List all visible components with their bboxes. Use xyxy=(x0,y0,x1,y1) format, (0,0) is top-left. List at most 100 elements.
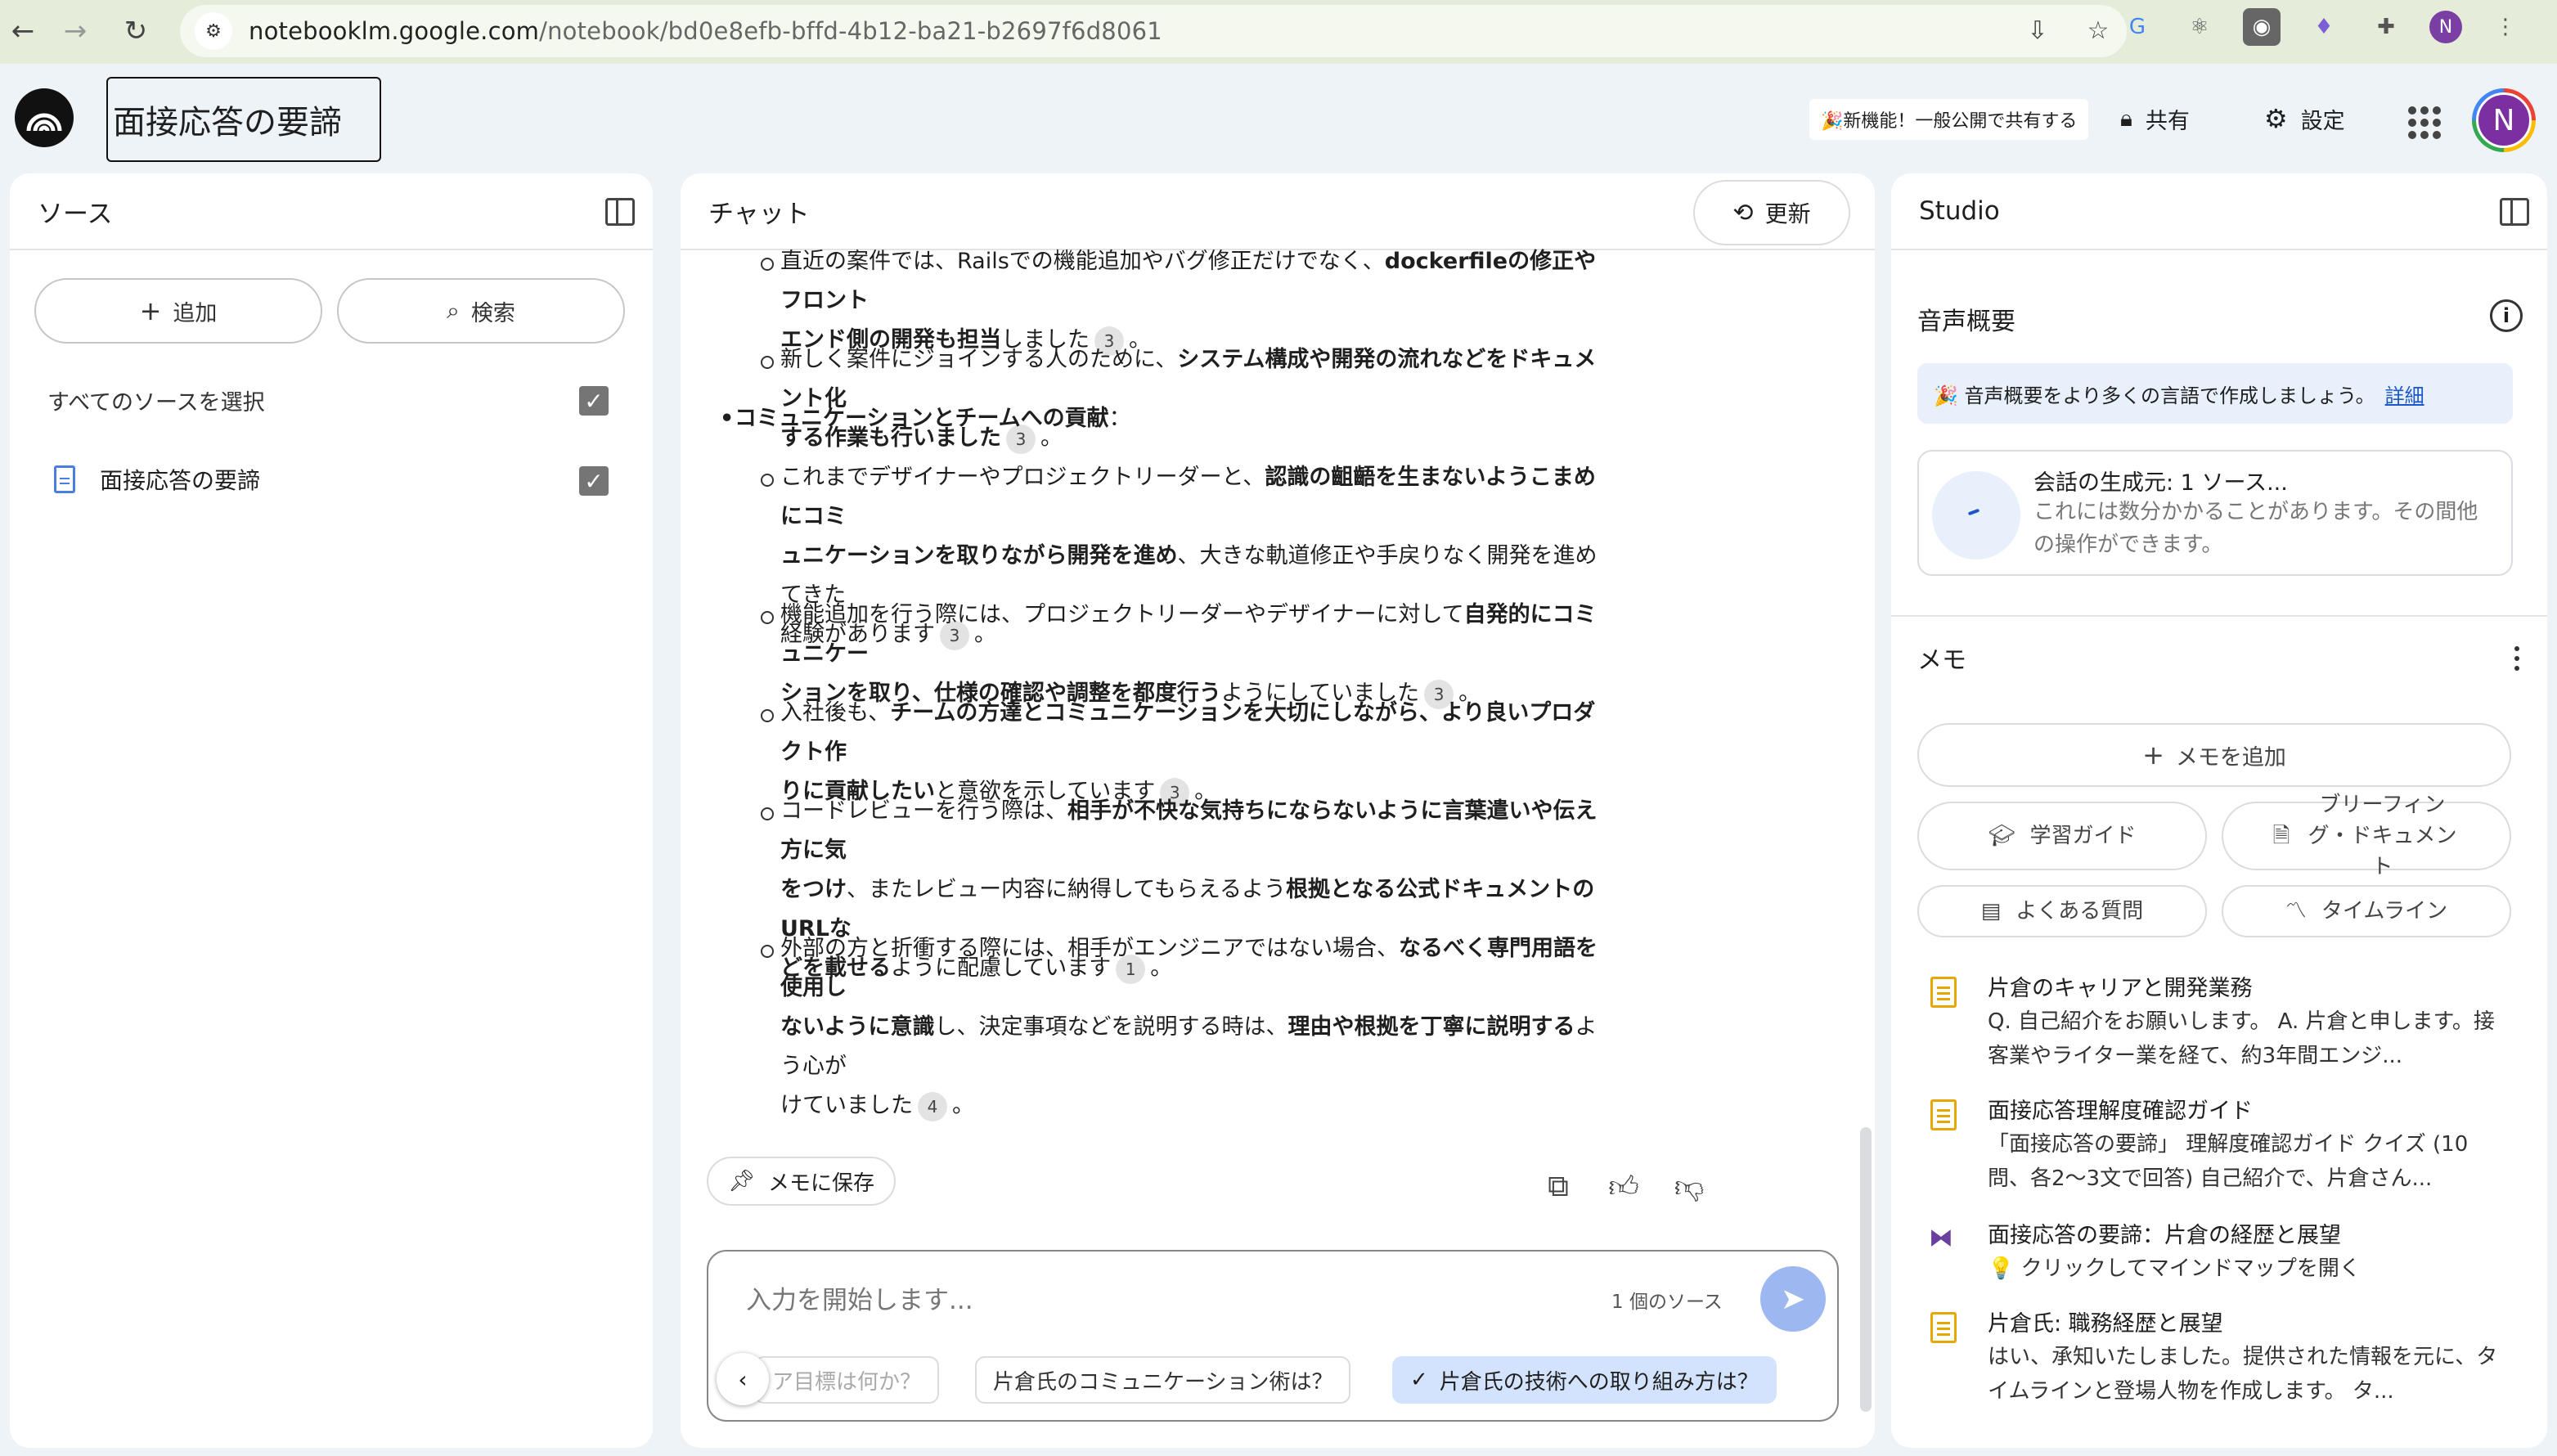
add-memo-button[interactable]: + メモを追加 xyxy=(1917,723,2511,787)
url-text[interactable]: notebooklm.google.com/notebook/bd0e8efb-… xyxy=(249,17,1162,45)
timeline-icon: 〽 xyxy=(2285,899,2307,923)
gear-icon: ⚙ xyxy=(2264,103,2288,134)
add-memo-label: メモを追加 xyxy=(2175,744,2286,771)
document-icon: 🗎 xyxy=(2272,824,2290,848)
generation-title: 会話の生成元: 1 ソース... xyxy=(2033,470,2288,496)
share-button[interactable]: 🔒︎ 共有 xyxy=(2104,97,2206,141)
account-avatar[interactable]: N xyxy=(2472,88,2536,152)
search-sparkle-icon: ⌕ xyxy=(447,297,460,324)
promo-banner[interactable]: 🎉新機能！一般公開で共有する xyxy=(1809,99,2089,140)
browser-menu-icon[interactable]: ⋮ xyxy=(2487,8,2524,46)
notebook-title-input[interactable]: 面接応答の要諦 xyxy=(106,77,381,162)
select-all-label: すべてのソースを選択 xyxy=(47,390,265,416)
save-memo-label: メモに保存 xyxy=(768,1171,875,1196)
briefing-doc-button[interactable]: 🗎 ブリーフィング・ドキュメント xyxy=(2222,793,2511,879)
faq-button[interactable]: ▤ よくある質問 xyxy=(1917,885,2207,937)
study-guide-label: 学習ガイド xyxy=(2029,824,2137,848)
back-arrow-icon[interactable]: ← xyxy=(0,8,46,54)
note-icon xyxy=(1930,1312,1957,1343)
suggestion-chip-selected[interactable]: ✓ 片倉氏の技術への取り組み方は？ xyxy=(1392,1356,1777,1404)
translate-extension-icon[interactable]: G xyxy=(2119,8,2156,46)
sources-header: ソース xyxy=(10,173,653,250)
add-source-label: 追加 xyxy=(173,300,218,326)
message-actions: ⧉ 👍︎ 👎︎ xyxy=(1538,1166,1710,1207)
select-all-checkbox[interactable]: ✓ xyxy=(579,386,609,416)
chat-input-placeholder[interactable]: 入力を開始します... xyxy=(746,1279,973,1316)
suggestion-chip[interactable]: ア目標は何か？ xyxy=(754,1356,940,1404)
note-icon xyxy=(1930,1099,1957,1130)
memo-item-body: 💡 クリックしてマインドマップを開く xyxy=(1988,1256,2361,1281)
bookmark-star-icon[interactable]: ☆ xyxy=(2079,11,2117,49)
memo-item[interactable]: 片倉氏: 職務経歴と展望 はい、承知いたしました。提供された情報を元に、タイムラ… xyxy=(1916,1305,2505,1407)
source-item-checkbox[interactable]: ✓ xyxy=(579,466,609,496)
logo-glyph xyxy=(26,113,62,132)
memo-item[interactable]: 片倉のキャリアと開発業務 Q. 自己紹介をお願いします。 A. 片倉と申します。… xyxy=(1916,970,2505,1072)
studio-panel: Studio 音声概要 i 🎉 音声概要をより多くの言語で作成しましょう。 詳細… xyxy=(1891,173,2547,1448)
study-guide-button[interactable]: 🎓︎ 学習ガイド xyxy=(1917,802,2207,870)
citation-badge[interactable]: 4 xyxy=(918,1091,947,1121)
more-options-icon[interactable] xyxy=(2514,646,2523,671)
source-item[interactable]: 面接応答の要諦 xyxy=(54,463,260,496)
collapse-panel-icon[interactable] xyxy=(2500,198,2529,226)
chat-scrollbar[interactable] xyxy=(1860,1127,1872,1412)
refresh-button[interactable]: ⟲ 更新 xyxy=(1693,180,1850,245)
react-extension-icon[interactable]: ⚛ xyxy=(2181,8,2218,46)
memo-item-title: 面接応答理解度確認ガイド xyxy=(1988,1099,2253,1124)
check-icon: ✓ xyxy=(1410,1368,1428,1392)
plus-icon: + xyxy=(2142,739,2164,771)
lock-icon: 🔒︎ xyxy=(2120,105,2132,132)
memo-item-body: Q. 自己紹介をお願いします。 A. 片倉と申します。接客業やライター業を経て、… xyxy=(1988,1009,2495,1068)
settings-button[interactable]: ⚙ 設定 xyxy=(2248,97,2362,141)
refresh-label: 更新 xyxy=(1764,200,1811,227)
answer-bullet: コミュニケーションとチームへの貢献： xyxy=(720,399,1131,438)
install-app-icon[interactable]: ⇩ xyxy=(2019,11,2056,49)
search-source-button[interactable]: ⌕ 検索 xyxy=(337,278,625,344)
sources-panel: ソース + 追加 ⌕ 検索 すべてのソースを選択 ✓ 面接応答の要諦 ✓ xyxy=(10,173,653,1448)
send-icon[interactable]: ➤ xyxy=(1760,1266,1826,1332)
audio-overview-title: 音声概要 xyxy=(1917,308,2015,336)
collapse-panel-icon[interactable] xyxy=(605,198,635,226)
add-source-button[interactable]: + 追加 xyxy=(34,278,322,344)
settings-label: 設定 xyxy=(2300,108,2345,134)
memo-item-title: 片倉のキャリアと開発業務 xyxy=(1988,976,2253,1001)
rss-extension-icon[interactable]: ◉ xyxy=(2243,8,2281,46)
url-path: /notebook/bd0e8efb-bffd-4b12-ba21-b2697f… xyxy=(539,17,1162,45)
google-apps-icon[interactable] xyxy=(2408,106,2441,139)
audio-notice: 🎉 音声概要をより多くの言語で作成しましょう。 詳細 xyxy=(1917,363,2513,424)
notice-details-link[interactable]: 詳細 xyxy=(2385,380,2424,408)
timeline-button[interactable]: 〽タイムライン xyxy=(2222,885,2511,937)
reload-icon[interactable]: ↻ xyxy=(113,8,159,54)
thumbs-up-icon[interactable]: 👍︎ xyxy=(1603,1166,1644,1207)
memo-item-title: 面接応答の要諦：片倉の経歴と展望 xyxy=(1988,1223,2341,1248)
audio-generation-card: 会話の生成元: 1 ソース... これには数分かかることがあります。その間他の操… xyxy=(1917,450,2513,576)
chat-input-box[interactable]: 入力を開始します... 1 個のソース ➤ ア目標は何か？ 片倉氏のコミュニケー… xyxy=(707,1250,1839,1422)
briefing-doc-label: ブリーフィング・ドキュメント xyxy=(2308,793,2457,879)
forward-arrow-icon[interactable]: → xyxy=(52,8,98,54)
note-icon xyxy=(1930,977,1957,1008)
faq-label: よくある質問 xyxy=(2015,899,2144,923)
loading-spinner-icon xyxy=(1932,471,2020,559)
chat-title: チャット xyxy=(708,199,810,229)
suggestion-chip[interactable]: 片倉氏のコミュニケーション術は？ xyxy=(975,1356,1351,1404)
save-to-memo-button[interactable]: 📌︎ メモに保存 xyxy=(707,1157,897,1206)
site-info-icon[interactable]: ⚙ xyxy=(195,12,232,50)
crystal-extension-icon[interactable]: ♦ xyxy=(2305,8,2343,46)
memo-item[interactable]: ⧓ 面接応答の要諦：片倉の経歴と展望 💡 クリックしてマインドマップを開く xyxy=(1916,1217,2505,1291)
copy-icon[interactable]: ⧉ xyxy=(1538,1166,1579,1207)
chat-header: チャット ⟲ 更新 xyxy=(681,173,1875,250)
memo-item[interactable]: 面接応答理解度確認ガイド 「面接応答の要諦」 理解度確認ガイド クイズ (10問… xyxy=(1916,1093,2505,1194)
section-divider xyxy=(1891,615,2547,617)
extensions-puzzle-icon[interactable]: ✚ xyxy=(2367,8,2405,46)
refresh-icon: ⟲ xyxy=(1732,198,1754,227)
info-icon[interactable]: i xyxy=(2490,299,2523,332)
memo-title: メモ xyxy=(1917,646,1966,675)
browser-profile-avatar[interactable]: N xyxy=(2429,11,2462,43)
thumbs-down-icon[interactable]: 👎︎ xyxy=(1669,1166,1710,1207)
pin-icon: 📌︎ xyxy=(728,1169,756,1193)
share-label: 共有 xyxy=(2145,108,2190,134)
memo-item-title: 片倉氏: 職務経歴と展望 xyxy=(1988,1311,2223,1337)
source-count: 1 個のソース xyxy=(1611,1292,1723,1313)
address-bar[interactable]: ⚙ notebooklm.google.com/notebook/bd0e8ef… xyxy=(180,5,2127,57)
notebooklm-logo-icon[interactable] xyxy=(15,88,74,147)
chevron-left-icon[interactable]: ‹ xyxy=(717,1353,769,1405)
